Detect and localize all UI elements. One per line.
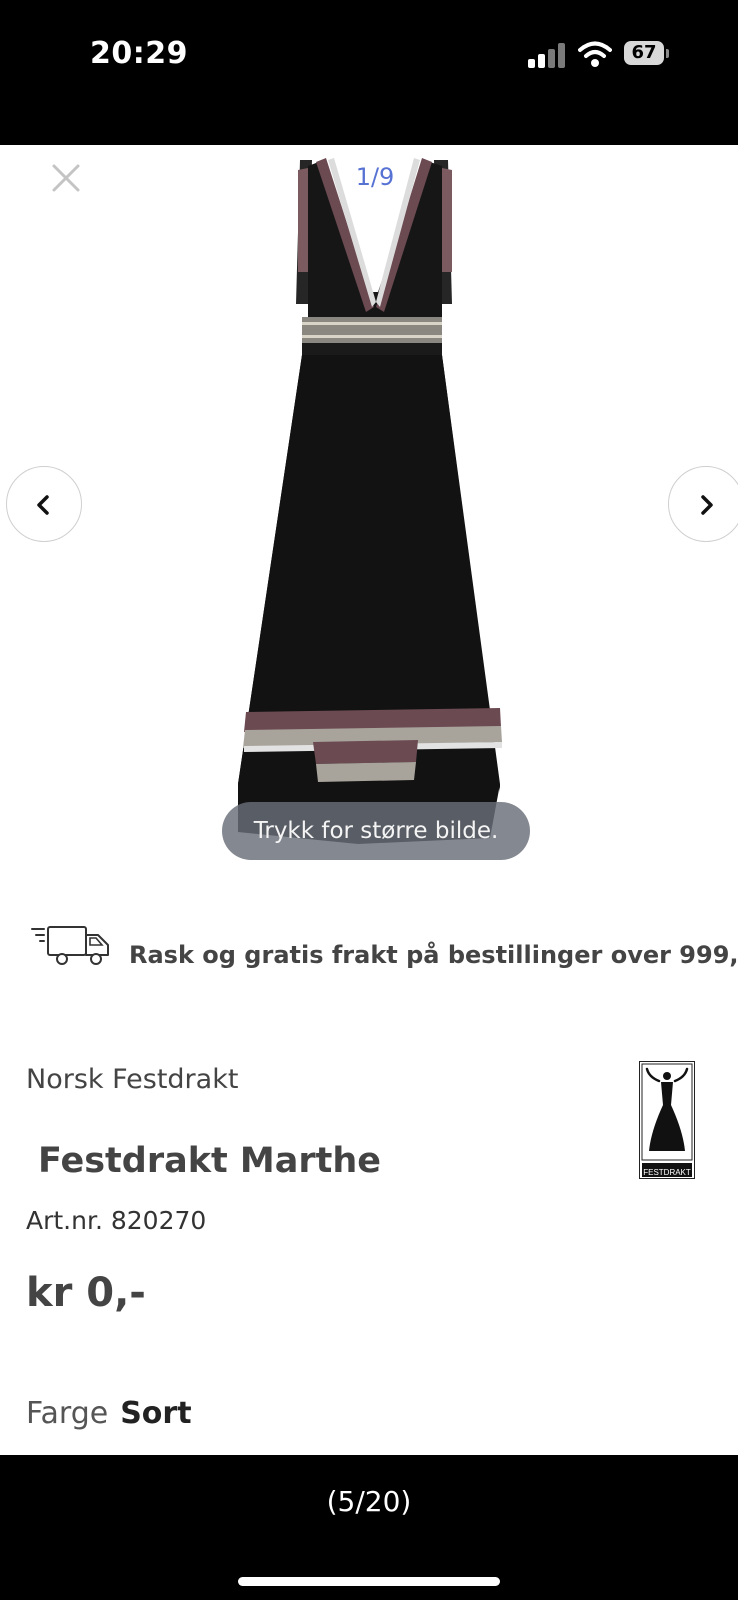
chevron-left-icon — [37, 495, 49, 515]
dress-logo-icon — [638, 1060, 696, 1180]
close-icon[interactable] — [48, 160, 84, 196]
article-number: Art.nr. 820270 — [26, 1206, 207, 1235]
status-time: 20:29 — [90, 36, 188, 71]
page-count: (5/20) — [326, 1485, 412, 1518]
product-price: kr 0,- — [26, 1270, 146, 1316]
color-label: Farge — [26, 1396, 109, 1431]
enlarge-hint[interactable]: Trykk for større bilde. — [222, 802, 530, 860]
next-image-button[interactable] — [668, 466, 738, 542]
image-counter: 1/9 — [355, 163, 395, 191]
battery-icon: 67 — [624, 41, 670, 67]
product-image[interactable] — [238, 152, 512, 852]
battery-level: 67 — [631, 42, 657, 63]
status-bar: 20:29 67 — [0, 0, 738, 145]
truck-icon — [31, 926, 109, 965]
signal-icon — [528, 42, 568, 68]
brand-logo[interactable]: FESTDRAKT — [638, 1060, 696, 1180]
home-indicator[interactable] — [238, 1577, 500, 1586]
color-value: Sort — [120, 1396, 192, 1431]
shipping-info: Rask og gratis frakt på bestillinger ove… — [30, 923, 738, 973]
color-selector[interactable]: Farge Sort — [26, 1396, 192, 1431]
logo-text: FESTDRAKT — [643, 1168, 691, 1177]
product-brand[interactable]: Norsk Festdrakt — [26, 1064, 238, 1095]
shipping-text: Rask og gratis frakt på bestillinger ove… — [129, 941, 738, 969]
bottom-bar: (5/20) — [0, 1455, 738, 1600]
product-title: Festdrakt Marthe — [38, 1141, 382, 1181]
previous-image-button[interactable] — [6, 466, 82, 542]
chevron-right-icon — [701, 495, 713, 515]
wifi-icon — [578, 41, 612, 67]
